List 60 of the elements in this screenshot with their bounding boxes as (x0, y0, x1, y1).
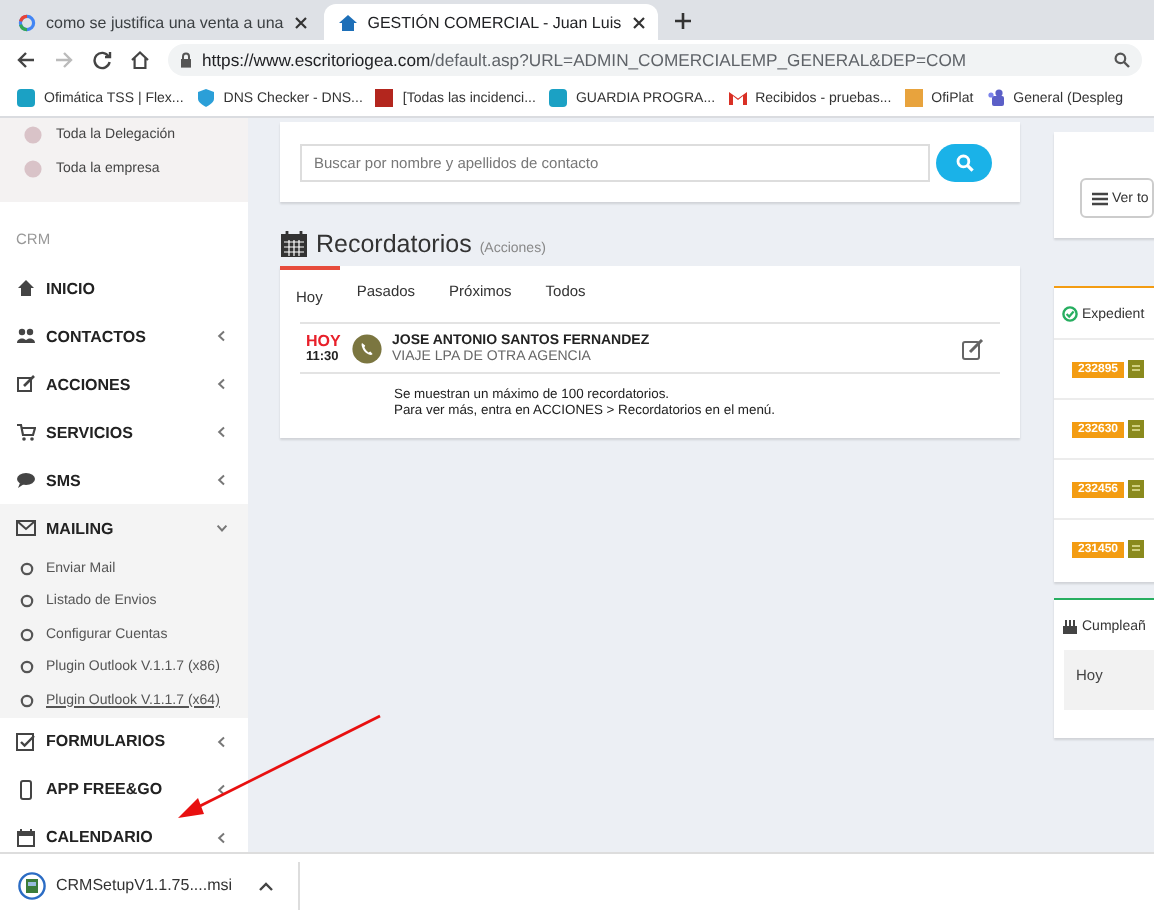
document-icon (1128, 360, 1145, 378)
menu-item[interactable]: APP FREE&GO (0, 765, 248, 813)
circle-icon (20, 627, 34, 642)
document-icon (1128, 480, 1145, 498)
document-icon (1128, 420, 1145, 438)
menu-item[interactable]: SMS (0, 456, 248, 504)
cake-icon (1062, 618, 1078, 634)
day-label: HOY (306, 332, 341, 350)
calendar-icon (16, 827, 36, 847)
dot-icon (24, 126, 42, 144)
circle-icon (20, 561, 34, 576)
shield-icon (195, 88, 216, 108)
phone-icon (352, 333, 382, 363)
menu-item[interactable]: CALENDARIO (0, 813, 248, 852)
chat-icon (16, 470, 36, 490)
house-icon (337, 13, 358, 31)
square-logo-icon (547, 88, 568, 108)
square-logo-icon (374, 88, 395, 108)
reload-icon[interactable] (92, 50, 112, 70)
checkbox-icon (16, 731, 36, 751)
lock-icon (180, 52, 192, 68)
home-icon[interactable] (130, 50, 150, 70)
close-icon[interactable] (293, 15, 308, 29)
mobile-icon (16, 779, 36, 799)
installer-icon (18, 871, 46, 899)
people-icon (16, 326, 36, 346)
menu-item[interactable]: INICIO (0, 264, 248, 312)
circle-icon (20, 660, 34, 675)
house-icon (16, 278, 36, 298)
search-icon (955, 153, 973, 171)
square-logo-icon (903, 88, 924, 108)
section-title: Recordatorios (316, 230, 472, 258)
ring-icon (18, 13, 36, 31)
edit-icon (16, 374, 36, 394)
dot-icon (24, 160, 42, 178)
menu-item[interactable]: SERVICIOS (0, 408, 248, 456)
address-bar[interactable]: https://www.escritoriogea.com/default.asp?URL=ADMIN_COMERCIALEMP_GENERAL&DEP=COM (168, 44, 1142, 76)
cart-icon (16, 422, 36, 442)
circle-icon (20, 693, 34, 708)
circle-icon (20, 594, 34, 609)
menu-item[interactable]: FORMULARIOS (0, 717, 248, 765)
caret-up-icon[interactable] (258, 879, 275, 891)
back-arrow-icon[interactable] (16, 50, 36, 70)
search-icon[interactable] (1114, 52, 1130, 68)
edit-icon[interactable] (962, 337, 984, 359)
envelope-icon (727, 88, 748, 108)
calendar-icon (280, 230, 308, 258)
envelope-icon (16, 518, 36, 538)
close-icon[interactable] (631, 15, 646, 29)
document-icon (1128, 540, 1145, 558)
list-icon (1092, 191, 1108, 205)
menu-item[interactable]: CONTACTOS (0, 312, 248, 360)
square-logo-icon (16, 88, 36, 108)
download-item[interactable]: CRMSetupV1.1.75....msi (18, 861, 301, 909)
people-icon (985, 88, 1006, 108)
menu-item[interactable]: ACCIONES (0, 360, 248, 408)
check-circle-icon (1062, 306, 1078, 322)
browser-tab[interactable]: como se justifica una venta a una (4, 4, 320, 40)
browser-tab[interactable]: GESTIÓN COMERCIAL - Juan Luis (323, 4, 658, 40)
plus-icon[interactable] (673, 11, 692, 29)
